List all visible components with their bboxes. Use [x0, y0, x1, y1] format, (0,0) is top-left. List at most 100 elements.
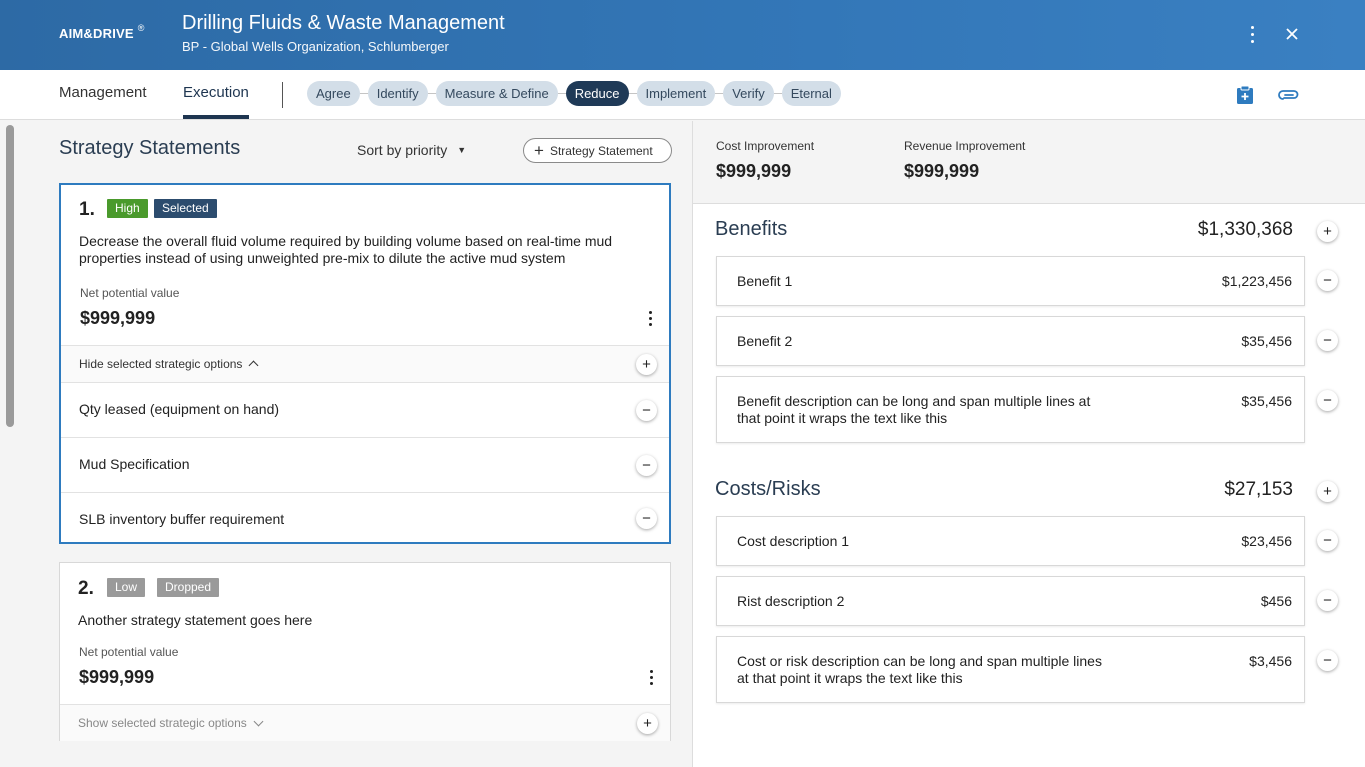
- app-header: AIM&DRIVE ® Drilling Fluids & Waste Manag…: [0, 0, 1365, 70]
- benefit-item[interactable]: Benefit 1 $1,223,456: [716, 256, 1305, 306]
- add-option-button[interactable]: +: [636, 354, 657, 375]
- cost-description: Cost or risk description can be long and…: [737, 653, 1102, 686]
- remove-cost-button[interactable]: −: [1317, 530, 1338, 551]
- remove-option-button[interactable]: −: [636, 455, 657, 476]
- logo-mark: ®: [137, 23, 145, 33]
- cost-improvement-label: Cost Improvement: [716, 139, 815, 153]
- minus-icon: −: [1323, 272, 1332, 289]
- costs-total: $27,153: [1224, 479, 1293, 500]
- strategy-card-2[interactable]: 2. Low Dropped Another strategy statemen…: [59, 562, 671, 741]
- more-vertical-icon[interactable]: [647, 309, 653, 327]
- npv-value: $999,999: [79, 667, 155, 687]
- statement-number: 1.: [79, 199, 95, 220]
- value-panel: Cost Improvement $999,999 Revenue Improv…: [692, 121, 1365, 767]
- logo: AIM&DRIVE ®: [59, 23, 145, 41]
- logo-text: AIM&DRIVE: [59, 26, 134, 41]
- toggle-label: Show selected strategic options: [78, 716, 247, 730]
- nav-divider: [282, 82, 283, 108]
- minus-icon: −: [1323, 532, 1332, 549]
- clipboard-add-icon[interactable]: [1234, 84, 1256, 106]
- paperclip-icon[interactable]: [1278, 84, 1300, 106]
- strategic-option-row: Mud Specification −: [61, 437, 669, 492]
- minus-icon: −: [642, 457, 651, 474]
- status-badge: Dropped: [157, 578, 220, 597]
- sort-label: Sort by priority: [357, 142, 448, 158]
- priority-badge: High: [107, 199, 148, 218]
- app-subtitle: BP - Global Wells Organization, Schlumbe…: [182, 39, 449, 54]
- plus-icon: +: [1323, 223, 1332, 240]
- add-option-button[interactable]: +: [637, 713, 658, 734]
- hide-options-toggle[interactable]: Hide selected strategic options: [79, 357, 259, 371]
- step-measure-define[interactable]: Measure & Define: [435, 81, 566, 106]
- add-strategy-label: Strategy Statement: [549, 143, 653, 158]
- plus-icon: +: [1323, 483, 1332, 500]
- strategy-card-1[interactable]: 1. High Selected Decrease the overall fl…: [59, 183, 671, 544]
- benefit-description: Benefit 2: [737, 333, 793, 349]
- minus-icon: −: [642, 402, 651, 419]
- add-strategy-statement-button[interactable]: + Strategy Statement: [523, 138, 672, 163]
- cost-amount: $456: [1260, 593, 1292, 609]
- benefit-description: Benefit description can be long and span…: [737, 393, 1091, 426]
- remove-benefit-button[interactable]: −: [1317, 390, 1338, 411]
- remove-cost-button[interactable]: −: [1317, 650, 1338, 671]
- minus-icon: −: [642, 510, 651, 527]
- more-vertical-icon[interactable]: [648, 668, 654, 686]
- scrollbar[interactable]: [6, 125, 14, 427]
- strategic-option-row: Qty leased (equipment on hand) −: [61, 382, 669, 437]
- show-options-toggle[interactable]: Show selected strategic options: [78, 716, 264, 730]
- minus-icon: −: [1323, 592, 1332, 609]
- benefits-total: $1,330,368: [1197, 219, 1293, 240]
- statement-number: 2.: [78, 578, 94, 599]
- plus-icon: +: [534, 141, 544, 160]
- tab-management[interactable]: Management: [59, 84, 147, 101]
- process-steps: Agree Identify Measure & Define Reduce I…: [307, 81, 849, 106]
- step-reduce[interactable]: Reduce: [565, 81, 637, 106]
- remove-cost-button[interactable]: −: [1317, 590, 1338, 611]
- strategy-title: Strategy Statements: [59, 137, 241, 159]
- add-cost-button[interactable]: +: [1317, 481, 1338, 502]
- step-agree[interactable]: Agree: [307, 81, 368, 106]
- nav-bar: Management Execution Agree Identify Meas…: [0, 70, 1365, 120]
- add-benefit-button[interactable]: +: [1317, 221, 1338, 242]
- strategy-panel: Strategy Statements Sort by priority ▼ + S…: [0, 121, 692, 767]
- remove-option-button[interactable]: −: [636, 400, 657, 421]
- option-label: SLB inventory buffer requirement: [79, 511, 285, 527]
- benefit-amount: $1,223,456: [1221, 273, 1292, 289]
- minus-icon: −: [1323, 332, 1332, 349]
- close-icon[interactable]: [1280, 22, 1304, 46]
- npv-value: $999,999: [80, 308, 156, 328]
- minus-icon: −: [1323, 652, 1332, 669]
- step-implement[interactable]: Implement: [636, 81, 723, 106]
- caret-down-icon: ▼: [457, 145, 467, 155]
- cost-description: Cost description 1: [737, 533, 850, 549]
- remove-option-button[interactable]: −: [636, 508, 657, 529]
- remove-benefit-button[interactable]: −: [1317, 330, 1338, 351]
- cost-amount: $3,456: [1249, 653, 1292, 669]
- improvement-summary: Cost Improvement $999,999 Revenue Improv…: [693, 121, 1365, 204]
- npv-label: Net potential value: [80, 286, 180, 300]
- cost-amount: $23,456: [1241, 533, 1292, 549]
- sort-dropdown[interactable]: Sort by priority ▼: [357, 142, 466, 158]
- cost-improvement-value: $999,999: [716, 161, 792, 181]
- cost-item[interactable]: Rist description 2 $456: [716, 576, 1305, 626]
- statement-text: Another strategy statement goes here: [78, 612, 313, 628]
- step-verify[interactable]: Verify: [723, 81, 782, 106]
- npv-label: Net potential value: [79, 645, 179, 659]
- costs-title: Costs/Risks: [715, 478, 821, 500]
- step-eternal[interactable]: Eternal: [781, 81, 841, 106]
- cost-item[interactable]: Cost description 1 $23,456: [716, 516, 1305, 566]
- statement-text: Decrease the overall fluid volume requir…: [79, 233, 613, 266]
- cost-item[interactable]: Cost or risk description can be long and…: [716, 636, 1305, 703]
- priority-badge: Low: [107, 578, 146, 597]
- tab-execution[interactable]: Execution: [183, 84, 249, 119]
- remove-benefit-button[interactable]: −: [1317, 270, 1338, 291]
- toggle-label: Hide selected strategic options: [79, 357, 243, 371]
- more-vertical-icon[interactable]: [1240, 22, 1264, 46]
- options-toggle-row: Hide selected strategic options +: [61, 345, 669, 382]
- benefit-item[interactable]: Benefit 2 $35,456: [716, 316, 1305, 366]
- app-title: Drilling Fluids & Waste Management: [182, 12, 505, 34]
- chevron-down-icon: [253, 716, 264, 727]
- option-label: Mud Specification: [79, 456, 190, 472]
- benefit-item[interactable]: Benefit description can be long and span…: [716, 376, 1305, 443]
- step-identify[interactable]: Identify: [367, 81, 436, 106]
